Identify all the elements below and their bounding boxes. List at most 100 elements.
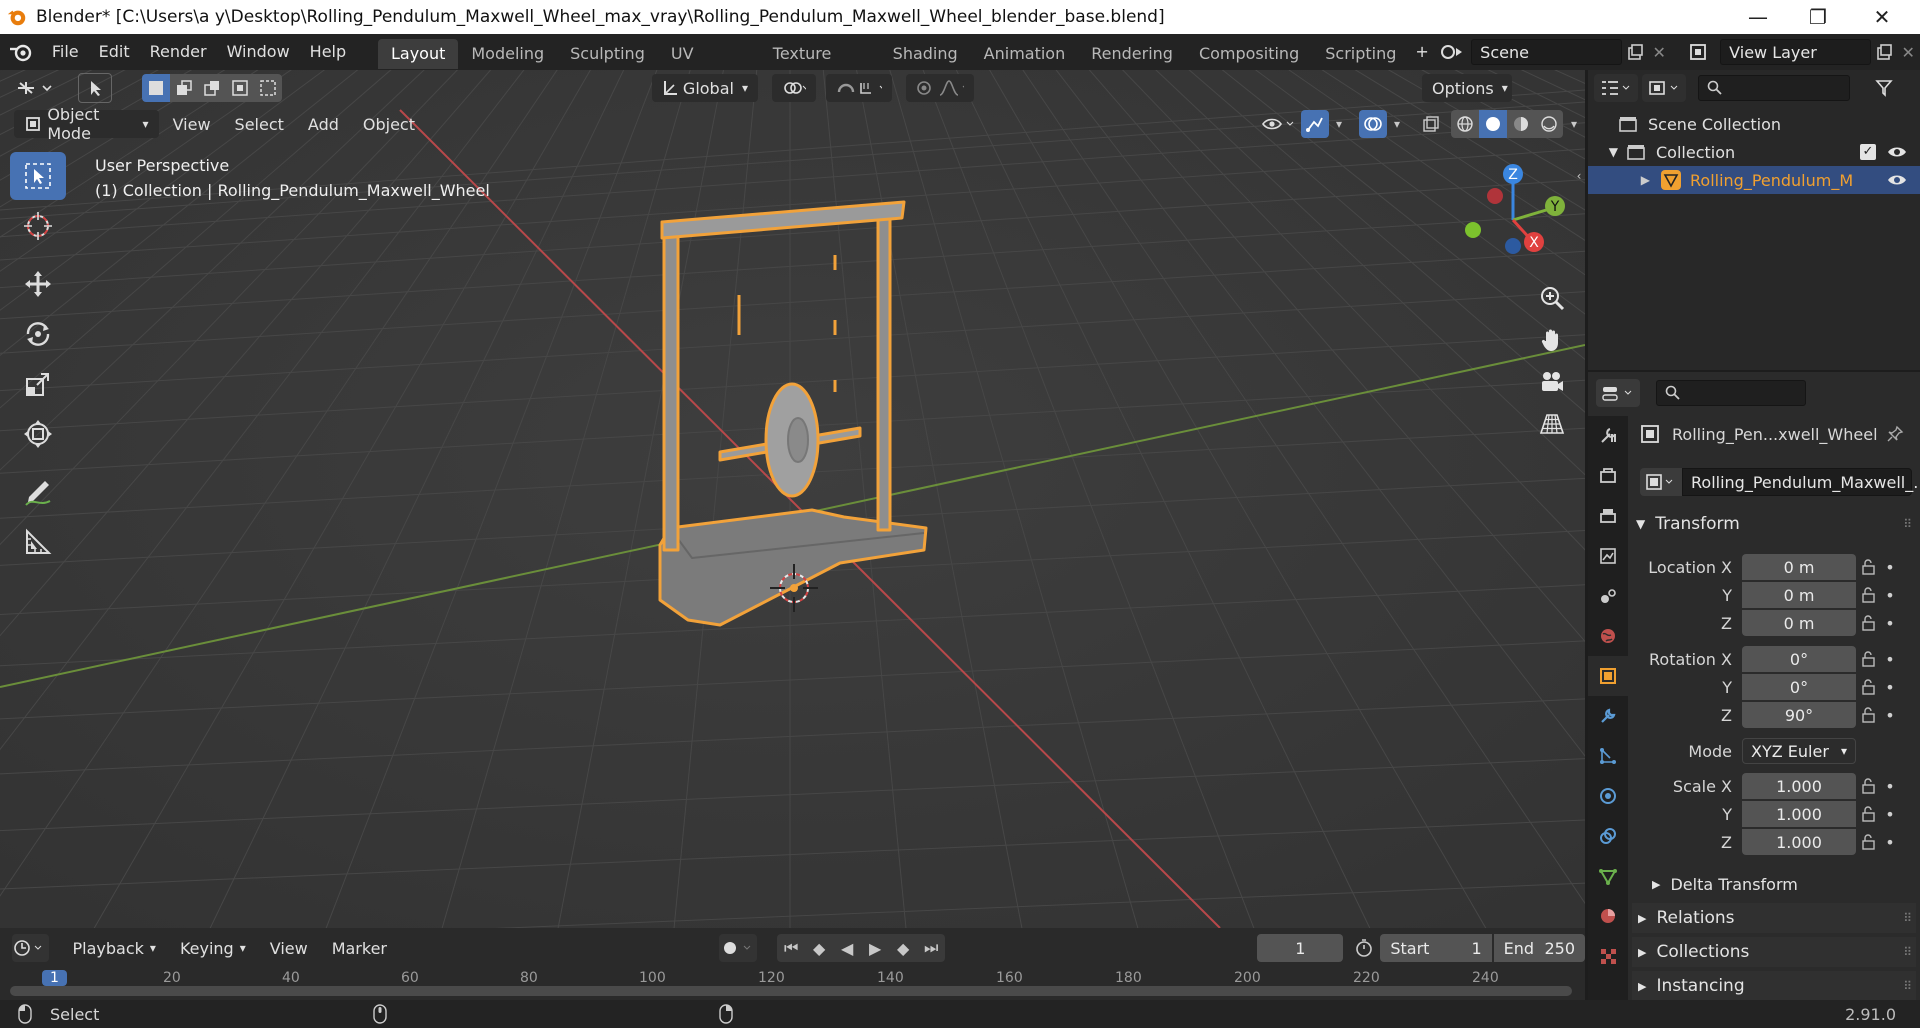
viewport-menu-object[interactable]: Object — [353, 110, 425, 138]
location-y-field[interactable]: 0 m — [1742, 582, 1856, 608]
timeline-menu-marker[interactable]: Marker — [322, 934, 397, 962]
rotation-z-field[interactable]: 90° — [1742, 702, 1856, 728]
view-layer-field[interactable]: View Layer — [1720, 39, 1871, 65]
new-view-layer-icon[interactable] — [1871, 38, 1896, 66]
xray-toggle-icon[interactable] — [1417, 110, 1445, 138]
auto-keying-icon[interactable] — [719, 934, 758, 962]
select-box-tool[interactable] — [10, 152, 66, 200]
keyframe-dot-icon[interactable]: • — [1882, 586, 1898, 605]
next-keyframe-icon[interactable]: ◆ — [889, 934, 918, 962]
menu-file[interactable]: File — [42, 34, 89, 70]
outliner-editor-type-icon[interactable] — [1594, 74, 1638, 102]
scale-x-field[interactable]: 1.000 — [1742, 773, 1856, 799]
datablock-browse-icon[interactable] — [1640, 468, 1682, 496]
lock-icon[interactable] — [1856, 615, 1882, 631]
particles-tab-icon[interactable] — [1588, 736, 1628, 776]
menu-render[interactable]: Render — [140, 34, 217, 70]
close-button[interactable]: ✕ — [1852, 0, 1912, 34]
tool-tab-icon[interactable] — [1588, 416, 1628, 456]
zoom-icon[interactable] — [1532, 278, 1572, 318]
location-x-field[interactable]: 0 m — [1742, 554, 1856, 580]
keyframe-dot-icon[interactable]: • — [1882, 558, 1898, 577]
add-workspace-button[interactable]: + — [1409, 34, 1434, 70]
transform-orientation-dropdown[interactable]: Global ▾ — [652, 74, 758, 102]
blender-menu-icon[interactable] — [0, 34, 42, 70]
outliner-search-input[interactable] — [1698, 75, 1850, 101]
scale-tool[interactable] — [10, 360, 66, 408]
lock-icon[interactable] — [1856, 559, 1882, 575]
location-z-field[interactable]: 0 m — [1742, 610, 1856, 636]
tab-animation[interactable]: Animation — [971, 39, 1079, 69]
timeline-menu-keying[interactable]: Keying ▾ — [170, 934, 256, 962]
keyframe-dot-icon[interactable]: • — [1882, 650, 1898, 669]
output-tab-icon[interactable] — [1588, 496, 1628, 536]
pin-icon[interactable] — [1886, 425, 1904, 443]
tab-shading[interactable]: Shading — [880, 39, 971, 69]
chevron-down-icon[interactable]: ▾ — [1329, 110, 1349, 138]
transform-tool[interactable] — [10, 410, 66, 458]
constraints-tab-icon[interactable] — [1588, 816, 1628, 856]
drag-handle-icon[interactable]: ⠿ — [1903, 979, 1912, 993]
object-mode-dropdown[interactable]: Object Mode ▾ — [14, 105, 159, 143]
viewport-menu-add[interactable]: Add — [298, 110, 349, 138]
rotation-x-field[interactable]: 0° — [1742, 646, 1856, 672]
ortho-grid-icon[interactable] — [1532, 404, 1572, 444]
tab-layout[interactable]: Layout — [377, 39, 459, 69]
measure-tool[interactable] — [10, 518, 66, 566]
tab-rendering[interactable]: Rendering — [1078, 39, 1186, 69]
filter-icon[interactable] — [1870, 74, 1898, 102]
jump-start-icon[interactable]: ⏮ — [777, 934, 806, 962]
solid-shading-icon[interactable] — [1479, 110, 1507, 138]
tab-modeling[interactable]: Modeling — [458, 39, 557, 69]
modifier-tab-icon[interactable] — [1588, 696, 1628, 736]
select-extend-icon[interactable] — [170, 74, 198, 102]
overlays-icon[interactable] — [1359, 110, 1387, 138]
object-name-field[interactable]: Rolling_Pendulum_Maxwell_... — [1682, 468, 1920, 496]
keyframe-dot-icon[interactable]: • — [1882, 833, 1898, 852]
prev-keyframe-icon[interactable]: ◆ — [805, 934, 834, 962]
menu-edit[interactable]: Edit — [89, 34, 140, 70]
lock-icon[interactable] — [1856, 778, 1882, 794]
tab-texture-paint[interactable]: Texture Paint — [760, 39, 880, 93]
remove-view-layer-icon[interactable]: ✕ — [1896, 38, 1920, 66]
outliner-collection[interactable]: ▼ Collection ✓ — [1588, 138, 1920, 166]
rotation-mode-dropdown[interactable]: XYZ Euler ▾ — [1742, 738, 1856, 764]
lock-icon[interactable] — [1856, 806, 1882, 822]
properties-search-input[interactable] — [1656, 380, 1806, 406]
stopwatch-icon[interactable] — [1351, 934, 1376, 962]
render-tab-icon[interactable] — [1588, 456, 1628, 496]
select-subtract-icon[interactable] — [198, 74, 226, 102]
outliner-object-row[interactable]: ▶ Rolling_Pendulum_M — [1588, 166, 1920, 194]
proportional-editing-group[interactable] — [906, 74, 974, 102]
collections-panel-header[interactable]: ▶ Collections ⠿ — [1632, 937, 1916, 967]
rendered-shading-icon[interactable] — [1535, 110, 1563, 138]
play-reverse-icon[interactable]: ◀ — [833, 934, 862, 962]
lock-icon[interactable] — [1856, 587, 1882, 603]
instancing-panel-header[interactable]: ▶ Instancing ⠿ — [1632, 971, 1916, 1001]
3d-viewport[interactable]: Global ▾ Options ▾ Object Mode ▾ View Se… — [0, 70, 1585, 928]
data-tab-icon[interactable] — [1588, 856, 1628, 896]
display-mode-icon[interactable] — [1642, 74, 1686, 102]
lock-icon[interactable] — [1856, 707, 1882, 723]
tab-scripting[interactable]: Scripting — [1312, 39, 1409, 69]
lock-icon[interactable] — [1856, 651, 1882, 667]
select-new-icon[interactable] — [142, 74, 170, 102]
play-icon[interactable]: ▶ — [861, 934, 890, 962]
delta-transform-subpanel[interactable]: ▶ Delta Transform — [1632, 869, 1916, 899]
maximize-button[interactable]: ❐ — [1788, 0, 1848, 34]
timeline-scrollbar[interactable] — [10, 986, 1572, 996]
options-dropdown[interactable]: Options ▾ — [1422, 74, 1512, 102]
keyframe-dot-icon[interactable]: • — [1882, 678, 1898, 697]
timeline-editor-type-icon[interactable] — [12, 934, 49, 962]
snapping-group[interactable] — [826, 74, 892, 102]
outliner-scene-collection[interactable]: Scene Collection — [1588, 110, 1920, 138]
remove-scene-icon[interactable]: ✕ — [1647, 38, 1671, 66]
expand-arrow-icon[interactable]: ▶ — [1588, 173, 1650, 187]
scale-z-field[interactable]: 1.000 — [1742, 829, 1856, 855]
select-intersect-icon[interactable] — [254, 74, 282, 102]
chevron-down-icon[interactable]: ▾ — [1387, 110, 1407, 138]
keyframe-dot-icon[interactable]: • — [1882, 614, 1898, 633]
editor-type-icon[interactable] — [10, 73, 60, 103]
jump-end-icon[interactable]: ⏭ — [917, 934, 946, 962]
drag-handle-icon[interactable]: ⠿ — [1903, 911, 1912, 925]
